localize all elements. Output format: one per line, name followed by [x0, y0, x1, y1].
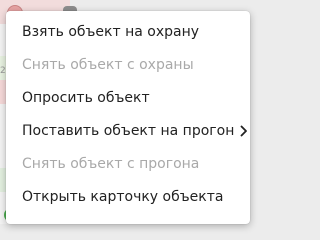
menu-item-poll-object[interactable]: Опросить объект	[6, 82, 250, 115]
menu-item-open-object-card[interactable]: Открыть карточку объекта	[6, 181, 250, 214]
menu-item-disarm-object: Снять объект с охраны	[6, 49, 250, 82]
menu-item-label: Поставить объект на прогон	[22, 123, 235, 139]
menu-item-arm-object[interactable]: Взять объект на охрану	[6, 16, 250, 49]
menu-item-label: Снять объект с прогона	[22, 156, 200, 172]
menu-item-label: Открыть карточку объекта	[22, 189, 224, 205]
menu-item-label: Взять объект на охрану	[22, 24, 200, 40]
menu-item-label: Снять объект с охраны	[22, 57, 194, 73]
context-menu: Взять объект на охрану Снять объект с ох…	[6, 11, 250, 224]
menu-item-start-test-run[interactable]: Поставить объект на прогон	[6, 115, 250, 148]
chevron-right-icon	[240, 125, 248, 137]
menu-item-stop-test-run: Снять объект с прогона	[6, 148, 250, 181]
menu-item-label: Опросить объект	[22, 90, 150, 106]
